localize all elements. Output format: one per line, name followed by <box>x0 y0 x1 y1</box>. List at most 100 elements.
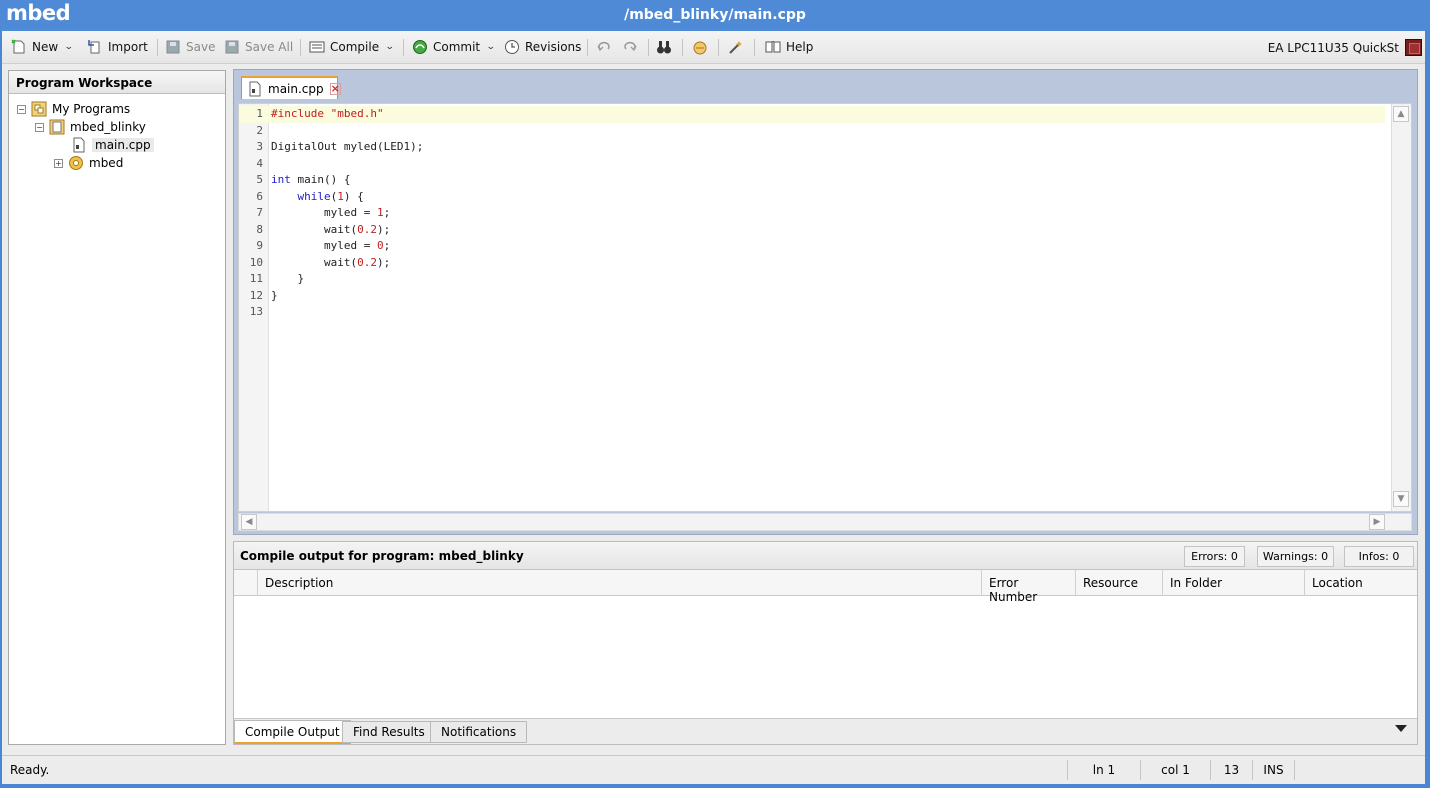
line-number: 6 <box>256 189 263 203</box>
tree-item-label: mbed <box>89 156 124 170</box>
code-line[interactable]: 13 <box>239 304 1385 321</box>
commit-button[interactable]: Commit ⌄ <box>412 37 496 57</box>
line-number: 12 <box>249 288 263 302</box>
code-line[interactable]: 3 DigitalOut myled(LED1); <box>239 139 1385 156</box>
collapse-icon[interactable]: − <box>17 104 26 114</box>
new-button[interactable]: New ⌄ <box>11 37 74 57</box>
column-resource[interactable]: Resource <box>1075 570 1162 596</box>
chevron-down-icon: ⌄ <box>384 42 395 52</box>
save-button[interactable]: Save <box>165 37 215 57</box>
line-number: 10 <box>249 255 263 269</box>
format-code-button[interactable] <box>692 37 713 57</box>
code-text: myled = 0; <box>271 239 391 252</box>
tree-item-mbed-blinky[interactable]: − mbed_blinky <box>35 118 146 136</box>
expand-icon[interactable]: + <box>54 158 63 168</box>
magic-wand-icon <box>727 39 743 55</box>
book-icon <box>765 39 781 55</box>
panel-menu-arrow-icon[interactable] <box>1395 725 1407 732</box>
collapse-icon[interactable]: − <box>35 122 44 132</box>
warnings-count[interactable]: Warnings: 0 <box>1257 546 1334 567</box>
revisions-button[interactable]: Revisions <box>504 37 581 57</box>
ide-frame: New ⌄ Import Save Save All Compile ⌄ Com… <box>2 31 1425 784</box>
code-line[interactable]: 2 <box>239 123 1385 140</box>
save-all-icon <box>224 39 240 55</box>
title-bar: mbed /mbed_blinky/main.cpp <box>0 0 1430 31</box>
toolbar-separator <box>718 39 719 56</box>
document-title: /mbed_blinky/main.cpp <box>624 7 806 23</box>
target-board-label: EA LPC11U35 QuickSt <box>1267 40 1399 55</box>
scroll-right-icon[interactable]: ▶ <box>1369 514 1385 530</box>
tree-item-mbed-library[interactable]: + mbed <box>54 154 123 172</box>
code-line[interactable]: 12} <box>239 288 1385 305</box>
board-chip-icon <box>1405 39 1422 56</box>
code-line[interactable]: 11 } <box>239 271 1385 288</box>
toolbar-separator <box>300 39 301 56</box>
column-location[interactable]: Location <box>1304 570 1417 596</box>
infos-count[interactable]: Infos: 0 <box>1344 546 1414 567</box>
code-line[interactable]: 8 wait(0.2); <box>239 222 1385 239</box>
floppy-icon <box>165 39 181 55</box>
code-text: wait(0.2); <box>271 255 391 269</box>
scroll-left-icon[interactable]: ◀ <box>241 514 257 530</box>
column-description[interactable]: Description <box>257 570 981 596</box>
status-spare <box>1294 760 1422 780</box>
line-number: 1 <box>256 107 263 120</box>
column-in-folder[interactable]: In Folder <box>1162 570 1304 596</box>
undo-icon <box>596 39 612 55</box>
commit-icon <box>412 39 428 55</box>
scroll-up-icon[interactable]: ▲ <box>1393 106 1409 122</box>
help-button[interactable]: Help <box>765 37 813 57</box>
tree-item-my-programs[interactable]: − My Programs <box>17 100 130 118</box>
horizontal-scrollbar[interactable]: ◀ ▶ <box>238 513 1412 531</box>
code-line[interactable]: 7 myled = 1; <box>239 205 1385 222</box>
library-gear-icon <box>68 155 84 171</box>
code-line[interactable]: 4 <box>239 156 1385 173</box>
tree-item-label: My Programs <box>52 102 131 116</box>
errors-count[interactable]: Errors: 0 <box>1184 546 1245 567</box>
save-all-button[interactable]: Save All <box>224 37 293 57</box>
tab-compile-output[interactable]: Compile Output <box>234 720 351 744</box>
compile-button[interactable]: Compile ⌄ <box>309 37 395 57</box>
line-number: 3 <box>256 140 263 153</box>
toolbar-separator <box>587 39 588 56</box>
binoculars-icon <box>656 39 672 55</box>
code-text: wait(0.2); <box>271 222 391 236</box>
vertical-scrollbar[interactable]: ▲ ▼ <box>1391 104 1411 511</box>
code-line[interactable]: 10 wait(0.2); <box>239 255 1385 272</box>
tab-notifications[interactable]: Notifications <box>430 721 528 743</box>
editor-tabstrip: main.cpp × <box>234 70 1417 99</box>
brush-icon <box>692 39 708 55</box>
code-text: DigitalOut myled(LED1); <box>271 140 424 153</box>
tab-main-cpp[interactable]: main.cpp × <box>241 76 341 99</box>
status-line-count: 13 <box>1210 760 1252 780</box>
target-board-selector[interactable]: EA LPC11U35 QuickSt <box>1268 35 1422 60</box>
line-number: 8 <box>256 222 263 236</box>
code-line[interactable]: 5 int main() { <box>239 172 1385 189</box>
output-tabs: Compile Output Find Results Notification… <box>234 718 1417 744</box>
tools-button[interactable] <box>727 37 748 57</box>
tab-find-results[interactable]: Find Results <box>342 721 436 743</box>
scroll-down-icon[interactable]: ▼ <box>1393 491 1409 507</box>
line-number: 4 <box>256 156 263 170</box>
code-text: int main() { <box>271 173 351 186</box>
find-button[interactable] <box>656 37 677 57</box>
redo-button[interactable] <box>622 37 643 57</box>
code-editor[interactable]: 1 #include "mbed.h" 2 3 DigitalOut myled(LED… <box>238 103 1412 512</box>
code-text: } <box>271 272 305 285</box>
code-line[interactable]: 9 myled = 0; <box>239 238 1385 255</box>
compile-icon <box>309 39 325 55</box>
code-line[interactable]: 1 #include "mbed.h" <box>239 106 1385 123</box>
close-icon[interactable]: × <box>329 82 341 95</box>
code-line[interactable]: 6 while(1) { <box>239 189 1385 206</box>
toolbar-separator <box>648 39 649 56</box>
column-error-number[interactable]: Error Number <box>981 570 1075 604</box>
program-icon <box>49 119 65 135</box>
import-button[interactable]: Import <box>87 37 148 57</box>
toolbar-separator <box>754 39 755 56</box>
status-bar: Ready. ln 1 col 1 13 INS <box>2 755 1425 782</box>
output-header: Compile output for program: mbed_blinky … <box>234 542 1417 570</box>
tree-item-main-cpp[interactable]: main.cpp <box>71 136 154 154</box>
help-label: Help <box>786 40 814 54</box>
undo-button[interactable] <box>596 37 617 57</box>
cpp-file-icon <box>71 137 87 153</box>
